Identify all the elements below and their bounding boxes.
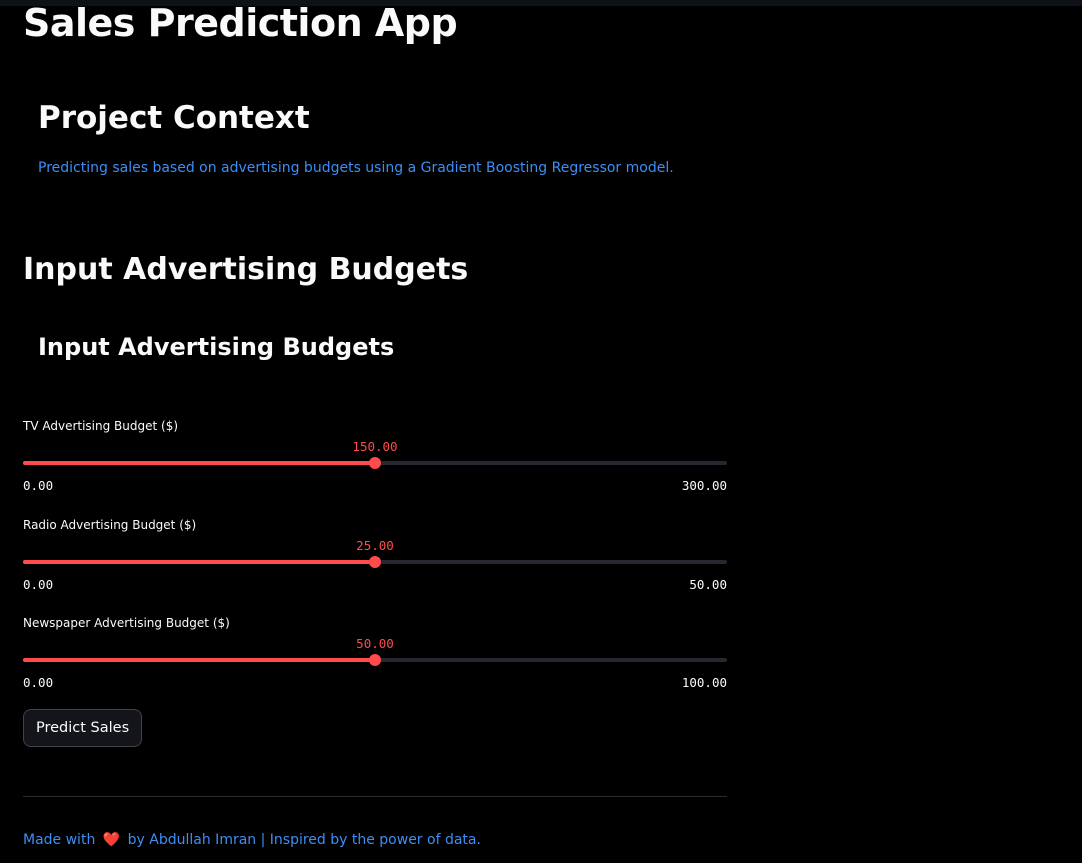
- newspaper-budget-max: 100.00: [681, 675, 727, 690]
- newspaper-budget-value: 50.00: [356, 636, 394, 651]
- radio-budget-max: 50.00: [689, 577, 727, 592]
- radio-budget-label: Radio Advertising Budget ($): [23, 518, 197, 532]
- newspaper-budget-slider[interactable]: Newspaper Advertising Budget ($) 50.00 0…: [23, 616, 727, 706]
- app-title: Sales Prediction App: [23, 1, 458, 45]
- tv-budget-slider[interactable]: TV Advertising Budget ($) 150.00 0.00 30…: [23, 419, 727, 509]
- footer-divider: [23, 796, 727, 797]
- slider-track[interactable]: [23, 457, 727, 469]
- tv-budget-min: 0.00: [23, 478, 54, 493]
- slider-track[interactable]: [23, 654, 727, 666]
- footer-prefix: Made with: [23, 832, 96, 848]
- tv-budget-max: 300.00: [681, 478, 727, 493]
- slider-fill: [23, 658, 375, 662]
- project-context-text: Predicting sales based on advertising bu…: [38, 160, 674, 176]
- radio-budget-value: 25.00: [356, 538, 394, 553]
- input-budgets-heading: Input Advertising Budgets: [23, 252, 469, 287]
- radio-budget-min: 0.00: [23, 577, 54, 592]
- newspaper-budget-label: Newspaper Advertising Budget ($): [23, 616, 230, 630]
- slider-thumb[interactable]: [369, 556, 381, 568]
- heart-icon: ❤️: [102, 832, 121, 848]
- predict-sales-button[interactable]: Predict Sales: [23, 709, 143, 747]
- input-budgets-subheading: Input Advertising Budgets: [38, 333, 395, 361]
- radio-budget-slider[interactable]: Radio Advertising Budget ($) 25.00 0.00 …: [23, 518, 727, 608]
- footer-suffix: by Abdullah Imran | Inspired by the powe…: [127, 832, 481, 848]
- tv-budget-value: 150.00: [352, 439, 398, 454]
- tv-budget-label: TV Advertising Budget ($): [23, 419, 179, 433]
- slider-track[interactable]: [23, 556, 727, 568]
- newspaper-budget-min: 0.00: [23, 675, 54, 690]
- footer: Made with ❤️ by Abdullah Imran | Inspire…: [23, 832, 481, 848]
- slider-fill: [23, 560, 375, 564]
- slider-thumb[interactable]: [369, 654, 381, 666]
- slider-fill: [23, 461, 375, 465]
- slider-thumb[interactable]: [369, 457, 381, 469]
- project-context-heading: Project Context: [38, 100, 310, 136]
